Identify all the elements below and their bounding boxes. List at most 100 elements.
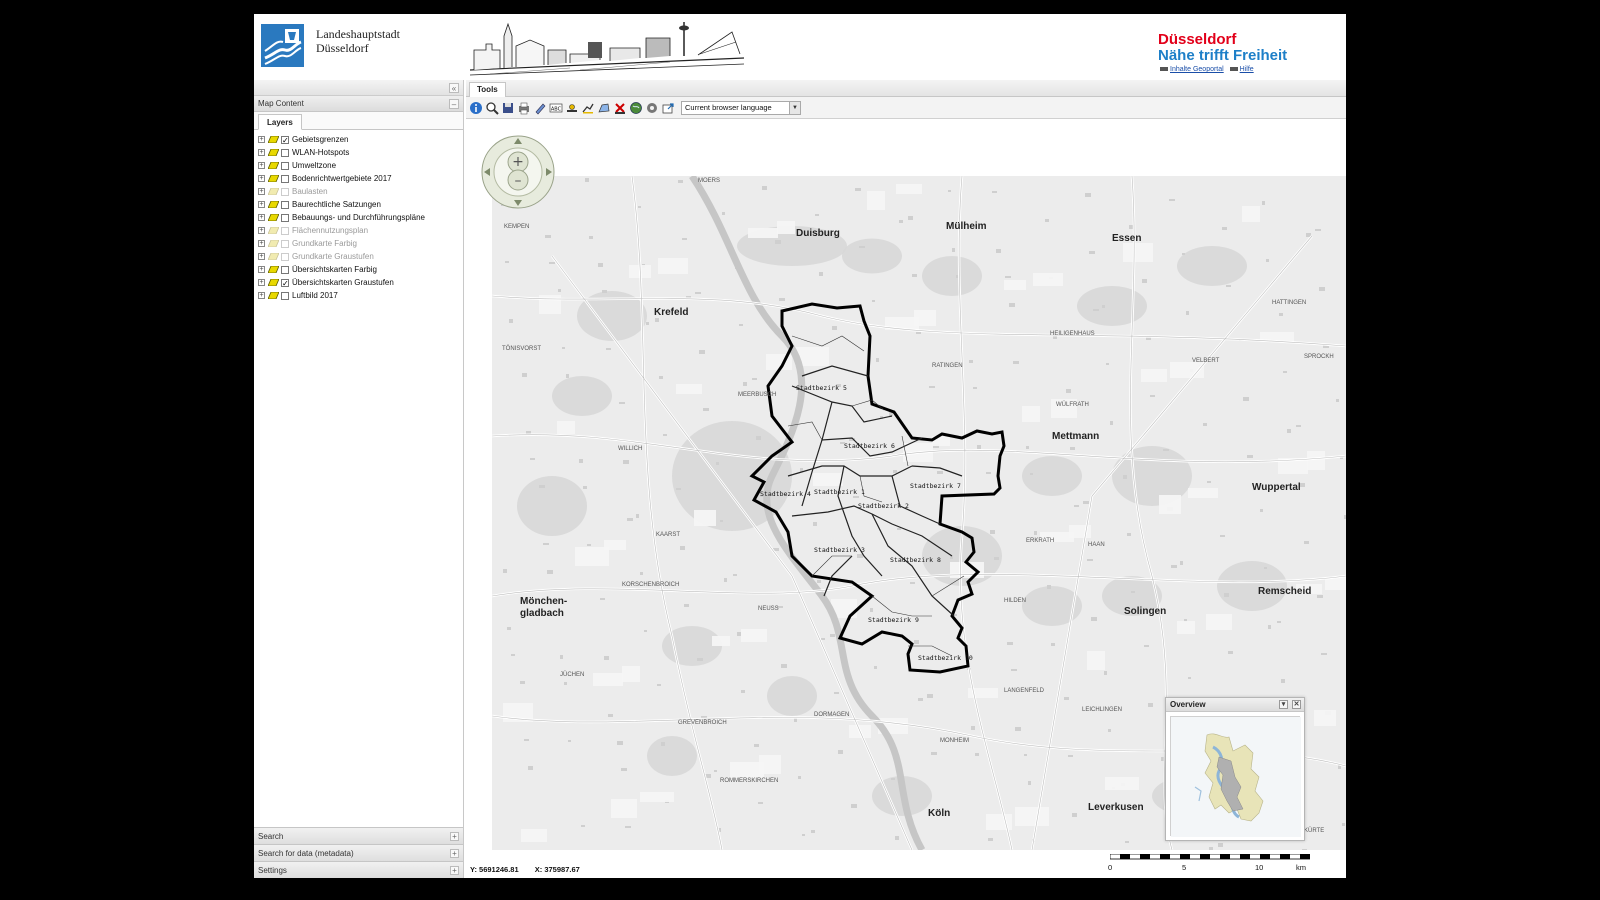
district-label: Stadtbezirk 5 [796,384,847,392]
city-name-line1: Landeshauptstadt [316,27,400,41]
layer-checkbox[interactable] [281,226,289,235]
layer-checkbox[interactable] [281,187,289,196]
expand-plus-icon[interactable]: + [258,188,265,195]
draw-icon[interactable] [533,101,547,115]
arrow-bullet-icon [1229,67,1238,72]
layer-checkbox[interactable] [281,213,289,222]
expand-plus-icon[interactable]: + [450,849,459,858]
measure-area-icon[interactable] [597,101,611,115]
layer-checkbox[interactable] [281,291,289,300]
layer-row[interactable]: + Luftbild 2017 [254,289,463,302]
district-label: Stadtbezirk 2 [858,502,909,510]
tab-tools[interactable]: Tools [469,82,506,97]
layer-row[interactable]: + Baulasten [254,185,463,198]
language-select[interactable]: Current browser language ▼ [681,100,801,115]
expand-plus-icon[interactable]: + [258,214,265,221]
layer-label: Bebauungs- und Durchführungspläne [292,213,425,222]
contents-link[interactable]: Inhalte Geoportal [1170,66,1224,73]
layer-checkbox[interactable] [281,148,289,157]
city-name-line2: Düsseldorf [316,41,369,55]
tab-layers[interactable]: Layers [258,114,302,130]
overview-header[interactable]: Overview ▾ ✕ [1166,698,1304,712]
close-icon[interactable]: ✕ [1292,700,1301,709]
layer-row[interactable]: + Bodenrichtwertgebiete 2017 [254,172,463,185]
measure-line-icon[interactable] [581,101,595,115]
slogan-city: Düsseldorf [1158,31,1237,48]
layer-checkbox[interactable]: ✓ [281,278,289,287]
town-label: SPROCKH [1304,354,1334,360]
slogan-tagline: Nähe trifft Freiheit [1158,47,1288,64]
layer-checkbox[interactable] [281,200,289,209]
settings-section-label: Settings [258,866,287,875]
layer-row[interactable]: + Umweltzone [254,159,463,172]
layer-stack-icon [268,214,279,221]
city-label: Krefeld [654,307,688,318]
layer-row[interactable]: + Grundkarte Farbig [254,237,463,250]
collapse-left-icon[interactable]: « [449,83,459,93]
city-coat-of-arms-logo[interactable] [261,24,304,67]
metadata-search-section[interactable]: Search for data (metadata) + [254,844,463,861]
town-label: MOERS [698,178,720,184]
layer-row[interactable]: + Grundkarte Graustufen [254,250,463,263]
dropdown-arrow-icon[interactable]: ▼ [789,101,800,114]
layer-row[interactable]: + Flächennutzungsplan [254,224,463,237]
export-icon[interactable] [661,101,675,115]
slogan: Düsseldorf Nähe trifft Freiheit [1158,32,1287,64]
expand-plus-icon[interactable]: + [258,162,265,169]
pan-zoom-control[interactable]: + – [480,134,556,210]
globe-icon[interactable] [629,101,643,115]
layers-tabstrip: Layers [254,112,463,130]
measure-point-icon[interactable] [565,101,579,115]
layer-label: Bodenrichtwertgebiete 2017 [292,174,392,183]
info-icon[interactable] [469,101,483,115]
save-icon[interactable] [501,101,515,115]
overview-menu-icon[interactable]: ▾ [1279,700,1288,709]
map-content-header[interactable]: Map Content – [254,96,463,112]
expand-plus-icon[interactable]: + [258,175,265,182]
expand-plus-icon[interactable]: + [258,240,265,247]
expand-plus-icon[interactable]: + [258,253,265,260]
delete-measure-icon[interactable] [613,101,627,115]
layer-checkbox[interactable]: ✓ [281,135,289,144]
layer-checkbox[interactable] [281,161,289,170]
layer-row[interactable]: + WLAN-Hotspots [254,146,463,159]
zoom-box-icon[interactable] [485,101,499,115]
layer-row[interactable]: + ✓ Übersichtskarten Graustufen [254,276,463,289]
layer-checkbox[interactable] [281,174,289,183]
left-bottom-accordion: Search + Search for data (metadata) + Se… [254,827,463,878]
print-icon[interactable] [517,101,531,115]
layer-checkbox[interactable] [281,265,289,274]
expand-plus-icon[interactable]: + [450,866,459,875]
city-label: gladbach [520,608,564,619]
collapse-minus-icon[interactable]: – [449,99,459,109]
map-viewport[interactable]: Duisburg Mülheim Essen Krefeld Mettmann Wuppe… [466,120,1346,878]
expand-plus-icon[interactable]: + [258,279,265,286]
settings-gear-icon[interactable] [645,101,659,115]
abc-label-icon[interactable]: ABC [549,101,563,115]
overview-window[interactable]: Overview ▾ ✕ [1165,697,1305,841]
expand-plus-icon[interactable]: + [258,136,265,143]
layer-row[interactable]: + Bebauungs- und Durchführungspläne [254,211,463,224]
district-label: Stadtbezirk 9 [868,616,919,624]
layer-row[interactable]: + Übersichtskarten Farbig [254,263,463,276]
town-label: MEERBUSCH [738,392,776,398]
district-label: Stadtbezirk 4 [760,490,811,498]
layer-stack-icon [268,279,279,286]
expand-plus-icon[interactable]: + [258,227,265,234]
overview-map[interactable] [1170,716,1301,837]
city-label: Duisburg [796,228,840,239]
expand-plus-icon[interactable]: + [258,201,265,208]
settings-section[interactable]: Settings + [254,861,463,878]
layer-row[interactable]: + ✓ Gebietsgrenzen [254,133,463,146]
layer-row[interactable]: + Baurechtliche Satzungen [254,198,463,211]
expand-plus-icon[interactable]: + [258,266,265,273]
search-section-label: Search [258,832,284,841]
expand-plus-icon[interactable]: + [450,832,459,841]
search-section[interactable]: Search + [254,827,463,844]
arrow-bullet-icon [1160,67,1168,72]
expand-plus-icon[interactable]: + [258,292,265,299]
layer-checkbox[interactable] [281,252,289,261]
help-link[interactable]: Hilfe [1240,66,1254,73]
expand-plus-icon[interactable]: + [258,149,265,156]
layer-checkbox[interactable] [281,239,289,248]
